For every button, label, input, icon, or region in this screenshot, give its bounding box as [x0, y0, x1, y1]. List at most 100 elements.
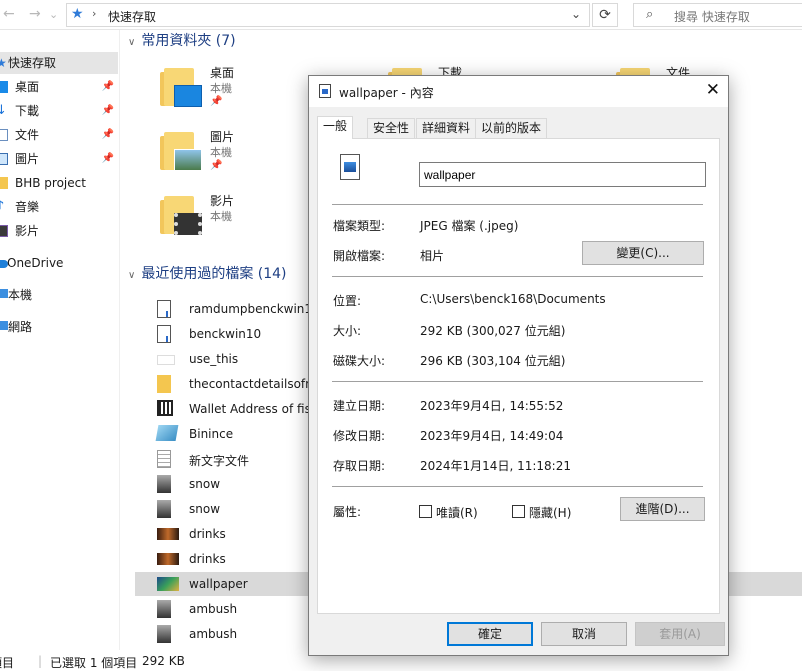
folder-icon — [160, 68, 202, 107]
tab-general[interactable]: 一般 — [317, 116, 354, 139]
file-name: snow — [189, 477, 221, 491]
tab-details[interactable]: 詳細資料 — [416, 118, 477, 138]
quick-access-folder-pictures[interactable]: 圖片 本機 📌 — [160, 128, 270, 188]
ok-button[interactable]: 確定 — [447, 622, 533, 646]
refresh-button[interactable]: ⟳ — [592, 3, 618, 27]
sidebar-item-pictures[interactable]: 圖片 📌 — [0, 148, 118, 170]
quick-access-folder-videos[interactable]: 影片 本機 — [160, 192, 270, 252]
frequent-folders-header[interactable]: ∨ 常用資料夾 (7) — [128, 31, 236, 51]
divider — [332, 486, 703, 487]
photo-wide-file-icon — [157, 528, 179, 540]
folder-icon — [160, 196, 202, 235]
photo-dark-file-icon — [157, 600, 171, 618]
accessed-label: 存取日期: — [333, 459, 386, 473]
recent-files-header[interactable]: ∨ 最近使用過的檔案 (14) — [128, 264, 287, 284]
download-icon: ↓ — [0, 103, 7, 118]
folder-icon — [0, 177, 8, 189]
breadcrumb-separator-icon[interactable]: › — [92, 7, 96, 20]
pin-icon[interactable]: 📌 — [102, 148, 114, 170]
address-dropdown-icon[interactable]: ⌄ — [571, 7, 581, 21]
advanced-button[interactable]: 進階(D)... — [620, 497, 705, 521]
tab-security[interactable]: 安全性 — [367, 118, 416, 138]
sidebar-item-desktop[interactable]: 桌面 📌 — [0, 76, 118, 98]
hidden-checkbox[interactable] — [512, 505, 525, 518]
breadcrumb-location[interactable]: 快速存取 — [108, 8, 156, 25]
recent-locations-chevron-icon[interactable]: ⌄ — [49, 8, 58, 21]
file-name: thecontactdetailsofm — [189, 377, 317, 391]
folder-name: 圖片 — [210, 130, 235, 144]
apply-button[interactable]: 套用(A) — [635, 622, 725, 646]
attributes-label: 屬性: — [333, 505, 362, 519]
file-name: ramdumpbenckwin10 — [189, 302, 320, 316]
sidebar-item-label: 桌面 — [15, 80, 40, 94]
pin-icon[interactable]: 📌 — [102, 100, 114, 122]
quick-access-folder-desktop[interactable]: 桌面 本機 📌 — [160, 64, 270, 124]
sidebar-item-label: OneDrive — [7, 256, 64, 270]
sidebar-item-downloads[interactable]: ↓ 下載 📌 — [0, 100, 118, 122]
pin-icon[interactable]: 📌 — [102, 124, 114, 146]
sidebar-item-label: 網路 — [8, 320, 33, 334]
document-icon — [0, 129, 8, 141]
readonly-label[interactable]: 唯讀(R) — [436, 504, 478, 521]
created-label: 建立日期: — [333, 399, 386, 413]
music-icon: ♪ — [0, 199, 5, 214]
search-input[interactable]: ⌕ 搜尋 快速存取 — [633, 3, 802, 27]
file-type-value: JPEG 檔案 (.jpeg) — [420, 219, 519, 233]
sidebar-item-documents[interactable]: 文件 📌 — [0, 124, 118, 146]
divider — [332, 204, 703, 205]
search-placeholder: 搜尋 快速存取 — [674, 10, 750, 24]
forward-arrow-icon[interactable]: → — [29, 6, 41, 22]
address-input[interactable]: ★ › 快速存取 ⌄ — [66, 3, 590, 27]
pin-icon[interactable]: 📌 — [210, 96, 222, 107]
navigation-pane: ★ 快速存取 桌面 📌 ↓ 下載 📌 文件 📌 圖片 📌 BHB project… — [0, 30, 120, 650]
file-name: use_this — [189, 352, 239, 366]
chevron-down-icon[interactable]: ∨ — [128, 270, 135, 281]
sidebar-item-quick-access[interactable]: ★ 快速存取 — [0, 52, 118, 74]
file-name: Binince — [189, 427, 234, 441]
folder-location: 本機 — [210, 210, 232, 223]
star-icon: ★ — [0, 56, 7, 70]
photo-dark-file-icon — [157, 625, 171, 643]
group-title: 常用資料夾 (7) — [141, 33, 236, 49]
desktop-icon — [0, 81, 8, 93]
readonly-checkbox[interactable] — [419, 505, 432, 518]
computer-icon — [0, 289, 8, 298]
modified-label: 修改日期: — [333, 429, 386, 443]
hidden-label[interactable]: 隱藏(H) — [529, 504, 571, 521]
sidebar-item-label: 圖片 — [15, 152, 40, 166]
sidebar-item-music[interactable]: ♪ 音樂 — [0, 196, 118, 218]
sidebar-item-label: 音樂 — [15, 200, 40, 214]
chevron-down-icon[interactable]: ∨ — [128, 37, 135, 48]
opens-with-label: 開啟檔案: — [333, 249, 386, 263]
file-name-field[interactable] — [419, 162, 706, 187]
general-tab-panel: 檔案類型: JPEG 檔案 (.jpeg) 開啟檔案: 相片 變更(C)... … — [317, 138, 720, 614]
sidebar-item-this-pc[interactable]: 本機 — [0, 284, 118, 306]
photo-wide-file-icon — [157, 553, 179, 565]
sidebar-item-onedrive[interactable]: OneDrive — [0, 252, 118, 274]
location-value[interactable]: C:\Users\benck168\Documents — [420, 292, 606, 306]
pin-icon[interactable]: 📌 — [102, 76, 114, 98]
file-name: drinks — [189, 527, 226, 541]
file-name: ambush — [189, 627, 238, 641]
video-icon — [0, 225, 8, 237]
file-type-label: 檔案類型: — [333, 219, 386, 233]
size-on-disk-label: 磁碟大小: — [333, 354, 386, 368]
sidebar-item-label: 影片 — [15, 224, 40, 238]
opens-with-value: 相片 — [420, 249, 445, 263]
modified-value: 2023年9月4日, 14:49:04 — [420, 429, 564, 443]
back-arrow-icon[interactable]: ← — [3, 6, 15, 22]
tab-previous-versions[interactable]: 以前的版本 — [475, 118, 548, 138]
cancel-button[interactable]: 取消 — [541, 622, 627, 646]
pin-icon[interactable]: 📌 — [210, 160, 222, 171]
accessed-value: 2024年1月14日, 11:18:21 — [420, 459, 571, 473]
close-icon[interactable]: ✕ — [706, 80, 720, 100]
sidebar-item-videos[interactable]: 影片 — [0, 220, 118, 242]
address-bar: ← → ⌄ ★ › 快速存取 ⌄ ⟳ ⌕ 搜尋 快速存取 — [0, 0, 802, 30]
dialog-titlebar[interactable]: wallpaper - 內容 ✕ — [309, 76, 728, 107]
change-button[interactable]: 變更(C)... — [582, 241, 704, 265]
folder-icon — [160, 132, 202, 171]
file-name: snow — [189, 502, 221, 516]
qr-file-icon — [157, 400, 173, 416]
sidebar-item-network[interactable]: 網路 — [0, 316, 118, 338]
sidebar-item-bhb-project[interactable]: BHB project — [0, 172, 118, 194]
